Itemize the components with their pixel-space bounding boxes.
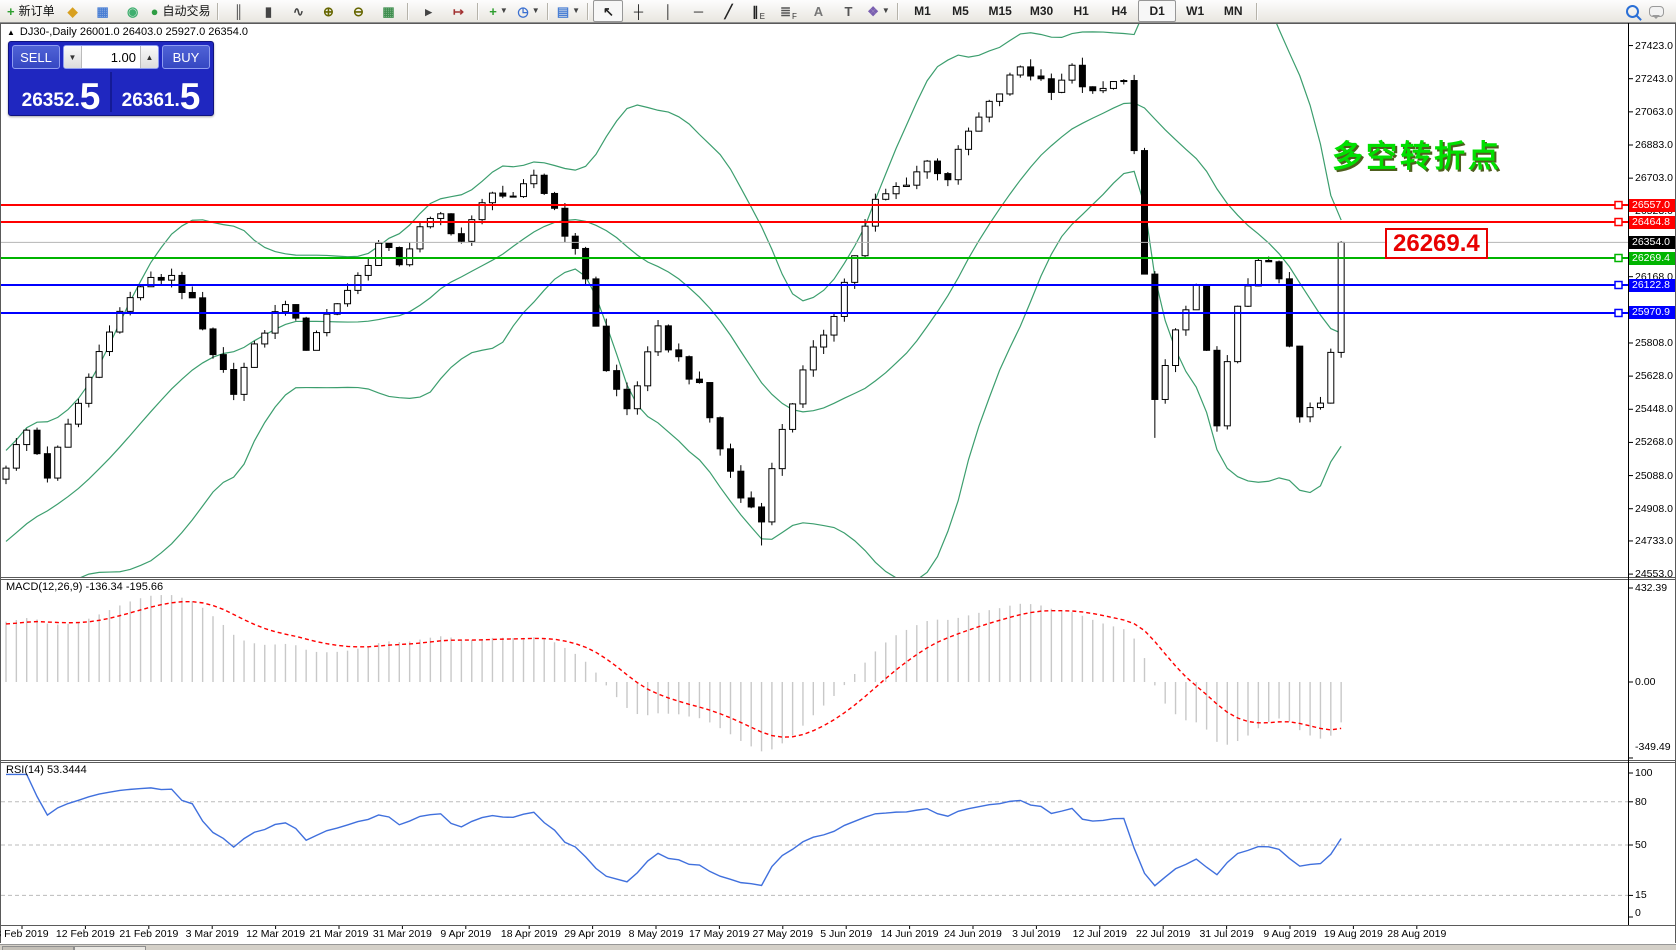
price-tick: 25808.0: [1635, 337, 1673, 349]
chart-annotation-text: 多空转折点: [1332, 131, 1502, 176]
date-label: 9 Apr 2019: [440, 928, 491, 940]
macd-tick: -349.49: [1635, 741, 1671, 753]
buy-button[interactable]: BUY: [162, 45, 210, 69]
date-label: 3 Mar 2019: [186, 928, 239, 940]
sell-price-pips: 5: [80, 82, 101, 112]
price-level-axis-label: 26122.8: [1629, 279, 1675, 292]
date-label: 27 May 2019: [752, 928, 813, 940]
price-level-axis-label: 26557.0: [1629, 199, 1675, 212]
date-label: 24 Jun 2019: [944, 928, 1002, 940]
date-label: 3 Jul 2019: [1012, 928, 1060, 940]
volume-control: ▼ ▲: [63, 45, 159, 69]
panel-collapse-arrow[interactable]: ▲: [7, 28, 15, 37]
price-level-axis-label: 26464.8: [1629, 216, 1675, 229]
price-level-label[interactable]: 26269.4: [1385, 228, 1488, 259]
price-level-axis-label: 26354.0: [1629, 236, 1675, 249]
buy-price[interactable]: 26361.5: [112, 72, 210, 112]
date-axis[interactable]: 3 Feb 2019 12 Feb 2019 21 Feb 2019 3 Mar 20…: [0, 926, 1676, 943]
chart-title-bar: ▲ DJ30-,Daily 26001.0 26403.0 25927.0 263…: [7, 26, 248, 38]
chart-title-text: DJ30-,Daily 26001.0 26403.0 25927.0 2635…: [20, 26, 248, 38]
date-label: 18 Apr 2019: [501, 928, 558, 940]
date-label: 12 Feb 2019: [56, 928, 115, 940]
sell-button[interactable]: SELL: [12, 45, 60, 69]
bottom-tab-strip: [0, 944, 1676, 950]
price-tick: 25448.0: [1635, 403, 1673, 415]
volume-decrease-button[interactable]: ▼: [64, 46, 82, 68]
price-tick: 25088.0: [1635, 470, 1673, 482]
sell-price[interactable]: 26352.5: [12, 72, 112, 112]
rsi-tick: 100: [1635, 767, 1653, 779]
date-label: 17 May 2019: [689, 928, 750, 940]
date-label: 21 Mar 2019: [310, 928, 369, 940]
price-tick: 25268.0: [1635, 436, 1673, 448]
date-label: 29 Apr 2019: [564, 928, 621, 940]
price-tick: 24733.0: [1635, 535, 1673, 547]
rsi-indicator-label: RSI(14) 53.3444: [6, 764, 87, 776]
rsi-tick: 50: [1635, 839, 1647, 851]
price-level-axis-label: 26269.4: [1629, 252, 1675, 265]
rsi-tick: 15: [1635, 889, 1647, 901]
mt4-terminal: { "toolbar": { "new_order_label": "新订单",…: [0, 0, 1676, 950]
price-tick: 25628.0: [1635, 370, 1673, 382]
volume-increase-button[interactable]: ▲: [140, 46, 158, 68]
date-label: 21 Feb 2019: [119, 928, 178, 940]
date-label: 5 Jun 2019: [820, 928, 872, 940]
price-tick: 26703.0: [1635, 172, 1673, 184]
buy-price-int: 26361: [122, 90, 175, 112]
date-label: 3 Feb 2019: [0, 928, 49, 940]
date-label: 9 Aug 2019: [1263, 928, 1316, 940]
rsi-tick: 0: [1635, 907, 1641, 919]
date-label: 31 Jul 2019: [1199, 928, 1253, 940]
date-label: 14 Jun 2019: [881, 928, 939, 940]
price-tick: 27063.0: [1635, 106, 1673, 118]
chart-tab[interactable]: [74, 946, 146, 950]
macd-indicator-label: MACD(12,26,9) -136.34 -195.66: [6, 581, 163, 593]
price-tick: 26883.0: [1635, 139, 1673, 151]
price-tick: 27243.0: [1635, 73, 1673, 85]
price-tick: 27423.0: [1635, 40, 1673, 52]
date-label: 12 Jul 2019: [1073, 928, 1127, 940]
price-tick: 24908.0: [1635, 503, 1673, 515]
date-label: 22 Jul 2019: [1136, 928, 1190, 940]
date-label: 19 Aug 2019: [1324, 928, 1383, 940]
volume-input[interactable]: [82, 46, 140, 68]
date-label: 8 May 2019: [629, 928, 684, 940]
date-label: 31 Mar 2019: [373, 928, 432, 940]
buy-price-pips: 5: [180, 82, 201, 112]
date-label: 28 Aug 2019: [1387, 928, 1446, 940]
price-level-axis-label: 25970.9: [1629, 306, 1675, 319]
rsi-tick: 80: [1635, 796, 1647, 808]
price-tick: 24553.0: [1635, 568, 1673, 580]
macd-tick: 432.39: [1635, 582, 1667, 594]
date-label: 12 Mar 2019: [246, 928, 305, 940]
one-click-trading-panel: SELL ▼ ▲ BUY 26352.5 26361.5: [8, 41, 214, 116]
sell-price-int: 26352: [22, 90, 75, 112]
chart-tab[interactable]: [2, 946, 74, 950]
macd-tick: 0.00: [1635, 676, 1655, 688]
